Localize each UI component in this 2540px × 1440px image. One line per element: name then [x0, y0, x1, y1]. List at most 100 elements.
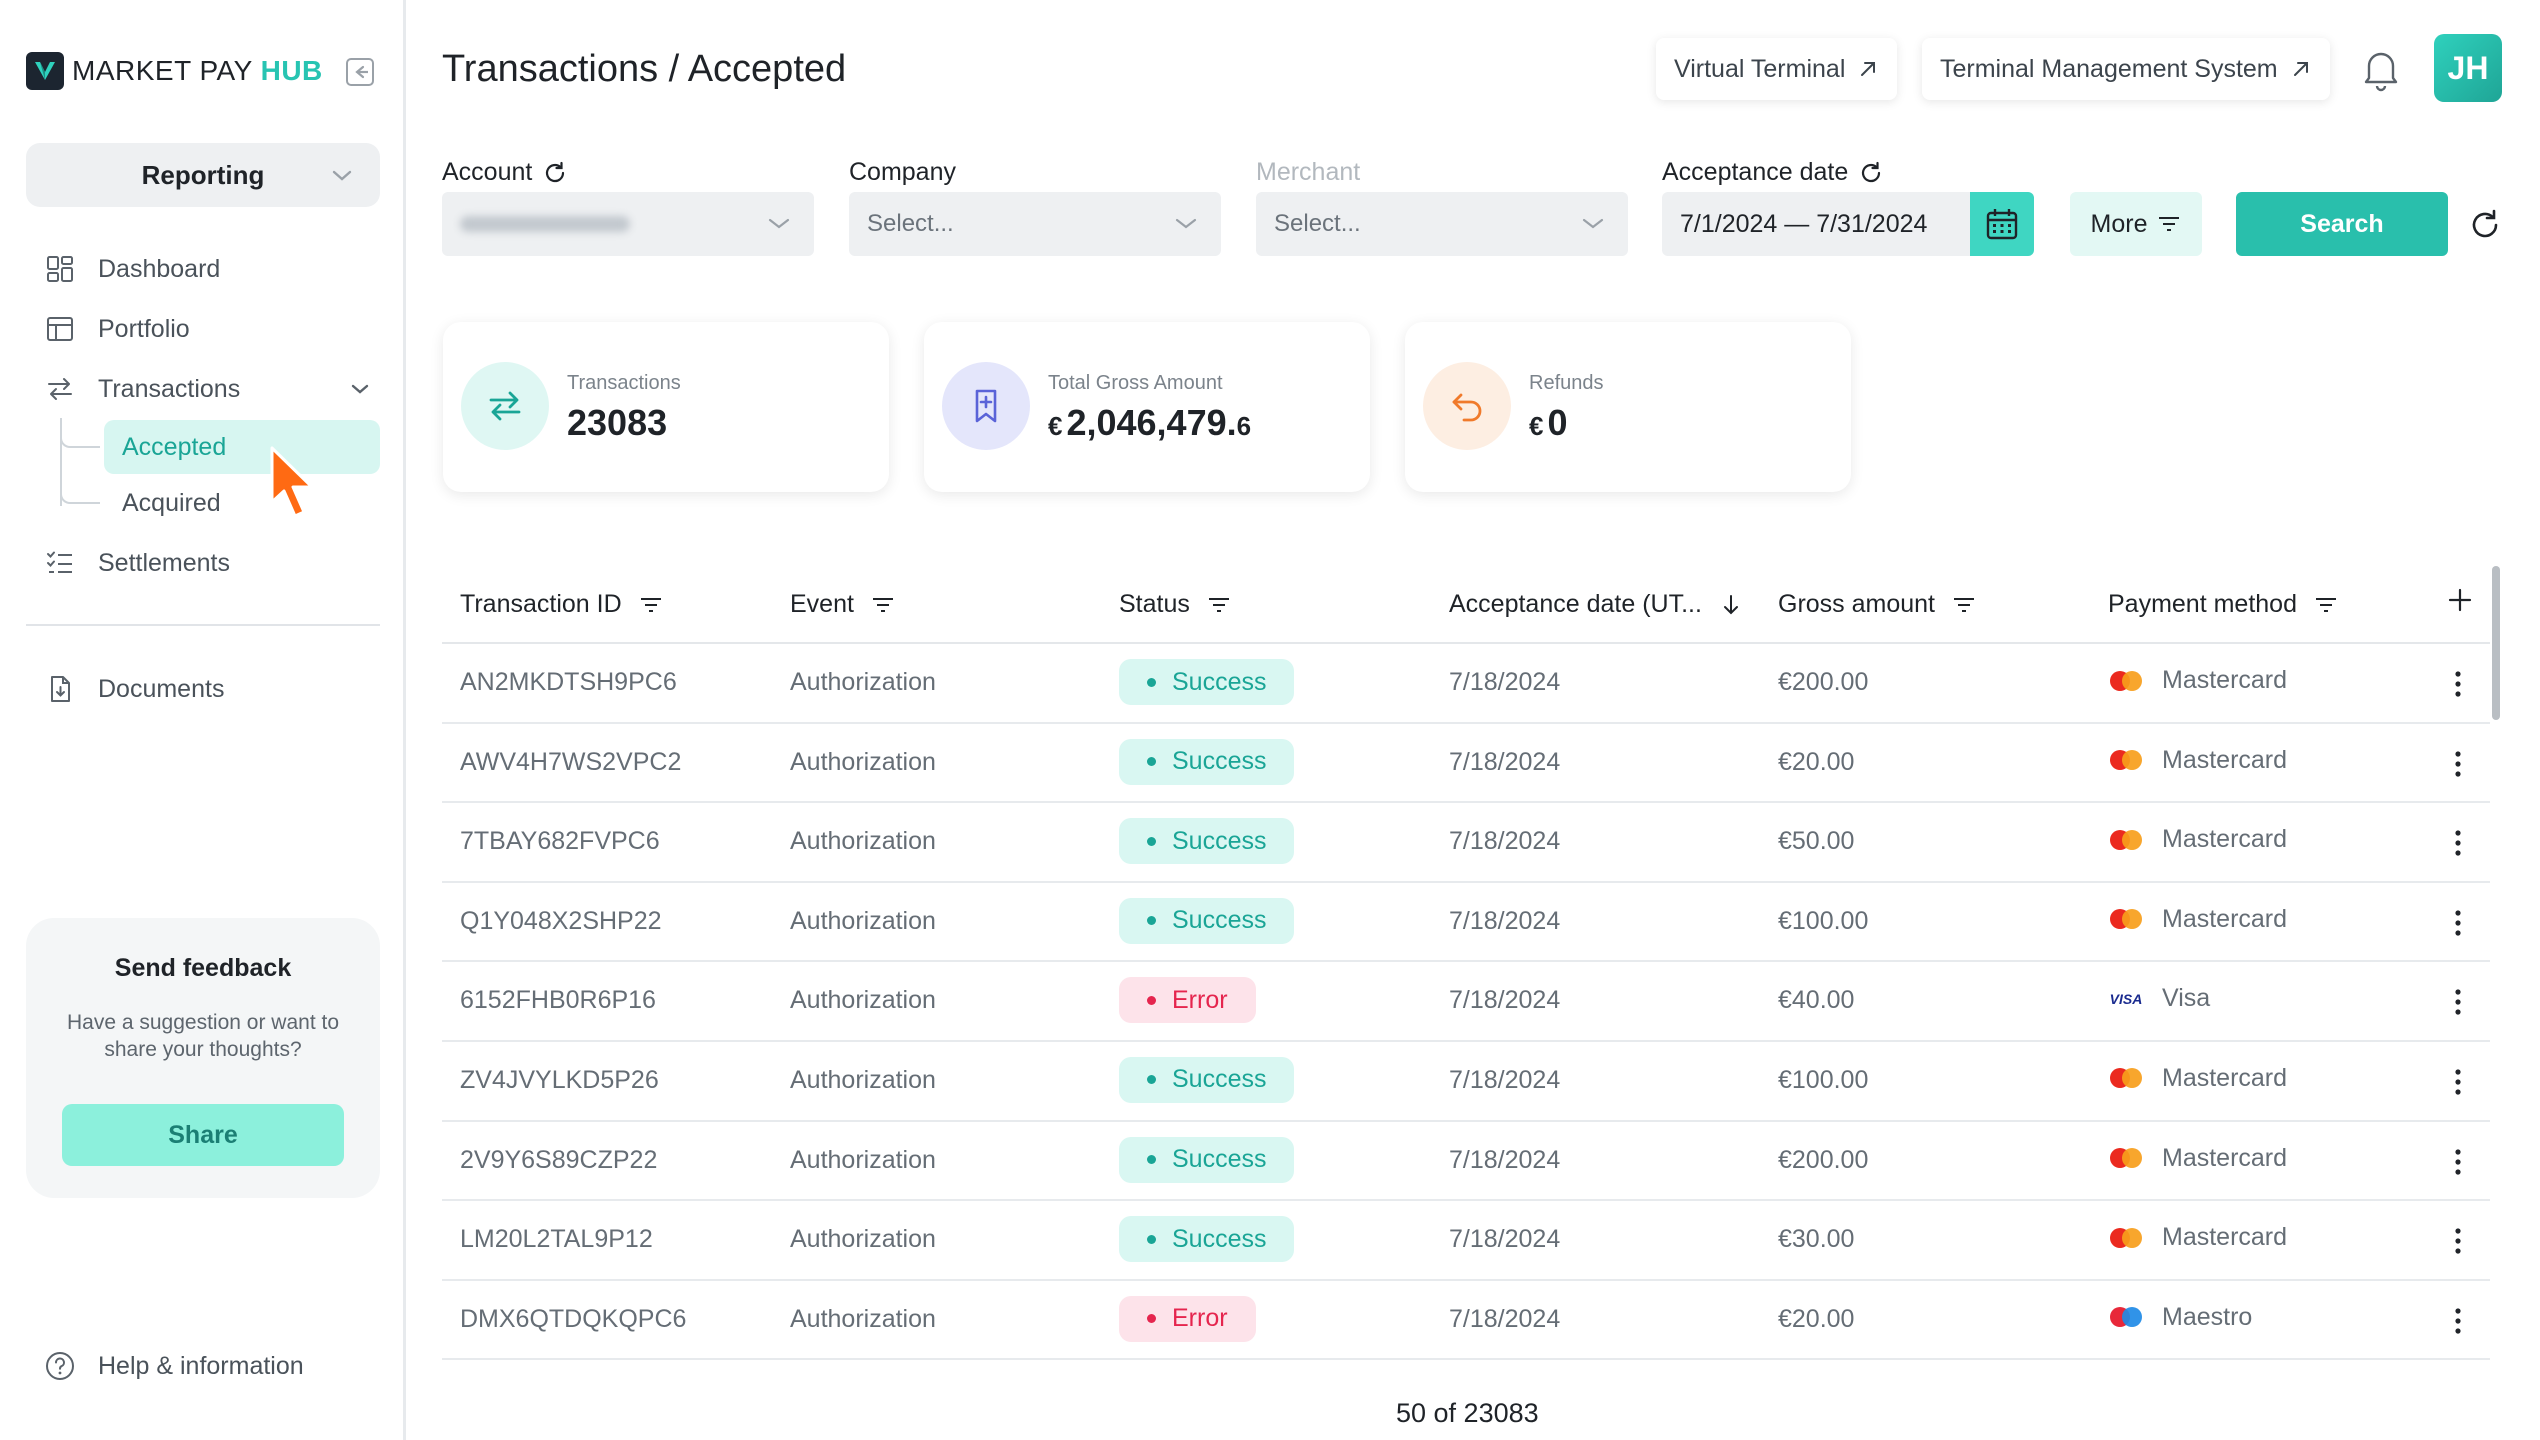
status-dot — [1147, 836, 1156, 846]
cell-event: Authorization — [790, 1145, 936, 1174]
date-range-input[interactable]: 7/1/2024 — 7/31/2024 — [1662, 192, 2034, 256]
sidebar-subitem-label: Acquired — [122, 488, 221, 517]
sidebar-divider — [26, 624, 380, 626]
dashboard-icon — [44, 253, 76, 285]
account-select[interactable] — [442, 192, 814, 256]
maestro-logo-icon — [2106, 1304, 2146, 1330]
table-row[interactable]: AWV4H7WS2VPC2 Authorization Success 7/18/20… — [442, 724, 2490, 804]
row-actions-kebab-icon[interactable] — [2448, 1305, 2468, 1337]
merchant-select[interactable]: Select... — [1256, 192, 1628, 256]
chevron-down-icon — [332, 170, 352, 181]
table-row[interactable]: 6152FHB0R6P16 Authorization Error 7/18/2024… — [442, 962, 2490, 1042]
table-row[interactable]: 7TBAY682FVPC6 Authorization Success 7/18/20… — [442, 803, 2490, 883]
cell-acceptance-date: 7/18/2024 — [1449, 986, 1561, 1015]
cell-event: Authorization — [790, 906, 936, 935]
filter-lines-icon[interactable] — [1208, 596, 1230, 614]
virtual-terminal-label: Virtual Terminal — [1674, 54, 1846, 83]
mastercard-logo-icon — [2106, 747, 2146, 773]
table-row[interactable]: DMX6QTDQKQPC6 Authorization Error 7/18/2024… — [442, 1281, 2490, 1361]
cell-payment-method: VISA Visa — [2106, 984, 2211, 1013]
sidebar-item-portfolio[interactable]: Portfolio — [26, 301, 386, 357]
column-header-payment-method[interactable]: Payment method — [2108, 590, 2337, 619]
cell-event: Authorization — [790, 1304, 936, 1333]
cell-gross-amount: €100.00 — [1778, 1065, 1869, 1094]
more-filters-button[interactable]: More — [2070, 192, 2202, 256]
company-select[interactable]: Select... — [849, 192, 1221, 256]
column-header-transaction-id[interactable]: Transaction ID — [460, 590, 662, 619]
sidebar-item-settlements[interactable]: Settlements — [26, 535, 386, 591]
filter-lines-icon[interactable] — [2315, 596, 2337, 614]
cell-event: Authorization — [790, 668, 936, 696]
column-header-gross-amount[interactable]: Gross amount — [1778, 590, 1975, 619]
filter-lines-icon[interactable] — [1953, 596, 1975, 614]
column-header-acceptance-date[interactable]: Acceptance date (UT... — [1449, 590, 1742, 619]
filter-lines-icon[interactable] — [872, 596, 894, 614]
add-column-plus-icon[interactable] — [2444, 584, 2476, 616]
table-row[interactable]: Q1Y048X2SHP22 Authorization Success 7/18/20… — [442, 883, 2490, 963]
table-header: Transaction ID Event Status Acceptance d… — [442, 566, 2490, 644]
sidebar-subitem-acquired[interactable]: Acquired — [104, 476, 380, 530]
search-button[interactable]: Search — [2236, 192, 2448, 256]
sidebar-item-transactions[interactable]: Transactions — [26, 361, 386, 417]
sidebar: MARKET PAY HUB Reporting Dashboard Portf… — [0, 0, 406, 1440]
section-select[interactable]: Reporting — [26, 143, 380, 207]
row-actions-kebab-icon[interactable] — [2448, 1225, 2468, 1257]
cell-gross-amount: €200.00 — [1778, 1145, 1869, 1174]
table-scrollbar[interactable] — [2492, 566, 2500, 720]
sidebar-item-label: Portfolio — [98, 314, 190, 343]
cell-payment-method: Mastercard — [2106, 1144, 2287, 1173]
sort-descending-icon[interactable] — [1720, 593, 1742, 617]
collapse-sidebar-icon[interactable] — [344, 56, 376, 88]
table-row[interactable]: AN2MKDTSH9PC6 Authorization Success 7/18/20… — [442, 644, 2490, 724]
row-actions-kebab-icon[interactable] — [2448, 1146, 2468, 1178]
notification-bell-icon[interactable] — [2360, 46, 2402, 92]
cell-transaction-id: 6152FHB0R6P16 — [460, 986, 656, 1015]
stat-card-gross-amount: Total Gross Amount €2,046,479.6 — [924, 322, 1370, 492]
calendar-button[interactable] — [1970, 192, 2034, 256]
virtual-terminal-button[interactable]: Virtual Terminal — [1656, 38, 1898, 100]
refresh-icon[interactable] — [542, 160, 568, 186]
reset-refresh-icon[interactable] — [2468, 208, 2502, 242]
status-dot — [1147, 1314, 1156, 1324]
mastercard-logo-icon — [2106, 668, 2146, 694]
stat-card-refunds: Refunds €0 — [1405, 322, 1851, 492]
row-actions-kebab-icon[interactable] — [2448, 748, 2468, 780]
table-row[interactable]: LM20L2TAL9P12 Authorization Success 7/18/20… — [442, 1201, 2490, 1281]
row-actions-kebab-icon[interactable] — [2448, 907, 2468, 939]
terminal-management-button[interactable]: Terminal Management System — [1922, 38, 2330, 100]
table-row[interactable]: 2V9Y6S89CZP22 Authorization Success 7/18/20… — [442, 1122, 2490, 1202]
brand-logo[interactable]: MARKET PAY HUB — [26, 52, 323, 90]
filter-lines-icon[interactable] — [640, 596, 662, 614]
stat-card-transactions: Transactions 23083 — [443, 322, 889, 492]
chevron-down-icon — [768, 218, 790, 229]
cell-event: Authorization — [790, 1065, 936, 1094]
user-avatar[interactable]: JH — [2434, 34, 2502, 102]
share-button[interactable]: Share — [62, 1104, 344, 1166]
cell-gross-amount: €50.00 — [1778, 827, 1855, 856]
cell-acceptance-date: 7/18/2024 — [1449, 1225, 1561, 1254]
table-body: AN2MKDTSH9PC6 Authorization Success 7/18/20… — [442, 644, 2490, 1361]
svg-text:VISA: VISA — [2110, 991, 2143, 1007]
sidebar-subitem-accepted[interactable]: Accepted — [104, 420, 380, 474]
help-link[interactable]: Help & information — [26, 1350, 304, 1382]
row-actions-kebab-icon[interactable] — [2448, 827, 2468, 859]
sidebar-item-dashboard[interactable]: Dashboard — [26, 241, 386, 297]
chevron-down-icon — [1175, 218, 1197, 229]
brand-name: MARKET PAY HUB — [72, 55, 323, 86]
cell-acceptance-date: 7/18/2024 — [1449, 668, 1561, 696]
terminal-management-label: Terminal Management System — [1940, 54, 2278, 83]
sidebar-item-documents[interactable]: Documents — [26, 661, 386, 717]
cell-transaction-id: Q1Y048X2SHP22 — [460, 906, 662, 935]
status-badge: Success — [1119, 1136, 1295, 1183]
refresh-icon[interactable] — [1858, 160, 1884, 186]
column-header-event[interactable]: Event — [790, 590, 894, 619]
table-row[interactable]: ZV4JVYLKD5P26 Authorization Success 7/18/20… — [442, 1042, 2490, 1122]
row-actions-kebab-icon[interactable] — [2448, 668, 2468, 700]
row-actions-kebab-icon[interactable] — [2448, 1066, 2468, 1098]
column-header-status[interactable]: Status — [1119, 590, 1230, 619]
sidebar-item-label: Settlements — [98, 548, 231, 577]
portfolio-icon — [44, 313, 76, 345]
row-actions-kebab-icon[interactable] — [2448, 986, 2468, 1018]
cell-acceptance-date: 7/18/2024 — [1449, 906, 1561, 935]
company-label: Company — [849, 158, 956, 186]
